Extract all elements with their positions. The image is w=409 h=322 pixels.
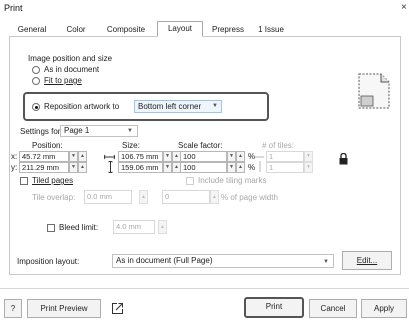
scale-y-input[interactable]: 100 <box>180 162 227 173</box>
tiles-height-icon <box>258 161 262 172</box>
cancel-button[interactable]: Cancel <box>309 299 357 318</box>
bleed-limit-checkbox[interactable]: Bleed limit: <box>47 223 107 233</box>
radio-icon <box>32 77 40 85</box>
chevron-down-icon: ▼ <box>212 103 218 109</box>
tab-layout[interactable]: Layout <box>157 21 203 37</box>
scale-x-spin-up[interactable]: ▲ <box>236 151 245 162</box>
scale-x-spin-down[interactable]: ▼ <box>227 151 236 162</box>
tiles-width-icon <box>255 153 264 159</box>
settings-for-label: Settings for: <box>20 127 63 136</box>
close-icon[interactable]: × <box>401 2 407 13</box>
option-label: Reposition artwork to <box>44 102 120 111</box>
position-group-title: Image position and size <box>28 54 113 63</box>
y-position-input[interactable]: 211.29 mm <box>19 162 69 173</box>
y-position-spin-down[interactable]: ▼ <box>69 162 78 173</box>
bleed-limit-label: Bleed limit: <box>59 223 99 232</box>
tab-color[interactable]: Color <box>56 22 96 36</box>
tab-label: 1 Issue <box>258 25 284 34</box>
include-tiling-marks-label: Include tiling marks <box>198 176 267 185</box>
reposition-value: Bottom left corner <box>138 102 202 111</box>
imposition-layout-value: As in document (Full Page) <box>116 256 213 265</box>
edit-button[interactable]: Edit... <box>342 251 392 270</box>
tile-overlap-spin[interactable]: ▲ <box>139 190 148 204</box>
y-position-spin-up[interactable]: ▲ <box>78 162 87 173</box>
help-label: ? <box>10 304 16 313</box>
as-in-document-option[interactable]: As in document <box>32 65 122 75</box>
width-spin-down[interactable]: ▼ <box>163 151 172 162</box>
x-position-input[interactable]: 45.72 mm <box>19 151 69 162</box>
x-position-spin-down[interactable]: ▼ <box>69 151 78 162</box>
chevron-down-icon: ▼ <box>323 259 329 265</box>
option-label: As in document <box>44 65 100 74</box>
percent-sign: % <box>248 163 256 172</box>
tab-general[interactable]: General <box>10 22 54 36</box>
y-prefix: y: <box>11 163 18 172</box>
tiles-label: # of tiles: <box>262 141 295 150</box>
tile-overlap-label: Tile overlap: <box>32 193 76 202</box>
settings-for-value: Page 1 <box>64 126 90 135</box>
checkbox-icon <box>186 177 194 185</box>
window-title: Print <box>4 3 23 13</box>
reposition-select[interactable]: Bottom left corner ▼ <box>134 100 222 113</box>
print-preview-label: Print Preview <box>40 304 88 313</box>
help-button[interactable]: ? <box>4 299 22 318</box>
tab-1-issue[interactable]: 1 Issue <box>253 22 289 36</box>
width-input[interactable]: 106.75 mm <box>118 151 163 162</box>
tiles-x-input[interactable]: 1 <box>266 151 304 162</box>
include-tiling-marks-checkbox[interactable]: Include tiling marks <box>186 176 282 186</box>
tab-label: General <box>17 25 47 34</box>
x-position-spin-up[interactable]: ▲ <box>78 151 87 162</box>
tab-label: Color <box>66 25 86 34</box>
size-label: Size: <box>122 141 140 150</box>
page-width-suffix: % of page width <box>221 193 278 202</box>
width-icon <box>103 153 116 160</box>
tile-overlap-input[interactable]: 0.0 mm <box>84 190 132 204</box>
print-button[interactable]: Print <box>244 297 304 318</box>
scale-x-input[interactable]: 100 <box>180 151 227 162</box>
tab-composite[interactable]: Composite <box>98 22 154 36</box>
imposition-layout-select[interactable]: As in document (Full Page) ▼ <box>112 254 334 268</box>
open-preview-window-icon[interactable] <box>111 302 124 315</box>
cancel-label: Cancel <box>320 304 346 313</box>
imposition-layout-label: Imposition layout: <box>17 257 80 266</box>
footer-divider <box>0 288 409 289</box>
reposition-option[interactable]: Reposition artwork to <box>32 101 124 112</box>
apply-button[interactable]: Apply <box>361 299 407 318</box>
height-icon <box>108 160 113 174</box>
checkbox-icon <box>47 224 55 232</box>
tab-prepress[interactable]: Prepress <box>205 22 251 36</box>
position-label: Position: <box>32 141 63 150</box>
height-input[interactable]: 159.06 mm <box>118 162 163 173</box>
option-label: Fit to page <box>44 76 82 85</box>
tiled-pages-checkbox[interactable]: Tiled pages <box>20 176 90 186</box>
tiles-y-spin[interactable]: ▼ <box>304 162 313 173</box>
tiles-x-spin[interactable]: ▼ <box>304 151 313 162</box>
scale-factor-label: Scale factor: <box>178 141 223 150</box>
lock-icon[interactable] <box>339 152 348 165</box>
edit-label: Edit... <box>356 256 378 265</box>
page-width-input[interactable]: 0 <box>162 190 210 204</box>
print-label: Print <box>265 302 283 311</box>
scale-y-spin-up[interactable]: ▲ <box>236 162 245 173</box>
bleed-limit-spin[interactable]: ▲ <box>158 220 167 234</box>
page-preview-icon <box>357 70 391 110</box>
radio-selected-icon <box>32 103 40 111</box>
chevron-down-icon: ▼ <box>127 128 133 134</box>
settings-for-select[interactable]: Page 1 ▼ <box>60 125 138 137</box>
radio-icon <box>32 66 40 74</box>
height-spin-down[interactable]: ▼ <box>163 162 172 173</box>
apply-label: Apply <box>373 304 394 313</box>
x-prefix: x: <box>11 152 18 161</box>
tiles-y-input[interactable]: 1 <box>266 162 304 173</box>
tab-label: Prepress <box>211 25 244 34</box>
scale-y-spin-down[interactable]: ▼ <box>227 162 236 173</box>
fit-to-page-option[interactable]: Fit to page <box>32 76 122 86</box>
tab-label: Composite <box>106 25 146 34</box>
bleed-limit-input[interactable]: 4.0 mm <box>113 220 155 234</box>
tab-label: Layout <box>167 24 193 33</box>
print-preview-button[interactable]: Print Preview <box>27 299 101 318</box>
checkbox-icon <box>20 177 28 185</box>
tiled-pages-label: Tiled pages <box>32 176 74 185</box>
page-width-spin[interactable]: ▲ <box>210 190 219 204</box>
